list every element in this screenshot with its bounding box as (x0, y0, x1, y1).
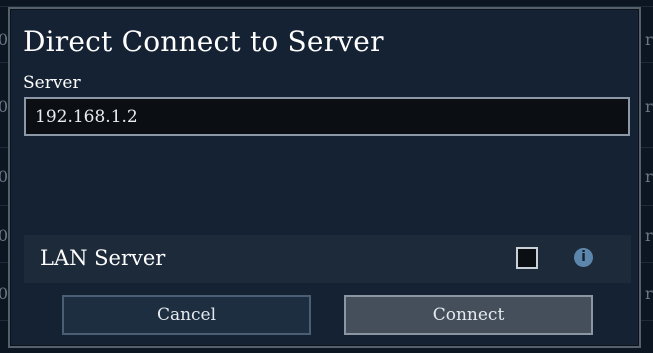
list-item-edge-text: 0 (0, 284, 8, 303)
list-item-edge-text: 0 (0, 97, 8, 116)
list-item-edge-text: ra (645, 167, 653, 186)
dialog-title: Direct Connect to Server (23, 25, 384, 58)
list-item-edge-text: ra (645, 284, 653, 303)
direct-connect-dialog: Direct Connect to Server Server LAN Serv… (8, 7, 641, 348)
server-label: Server (23, 73, 81, 93)
list-item-edge-text: 0 (0, 167, 8, 186)
lan-server-checkbox[interactable] (516, 247, 538, 269)
connect-button[interactable]: Connect (344, 295, 593, 335)
list-item-edge-text: ra (645, 97, 653, 116)
list-item-edge-text: ra (645, 226, 653, 245)
info-icon[interactable]: i (574, 248, 593, 267)
list-item-edge-text: 0 (0, 30, 8, 49)
cancel-button[interactable]: Cancel (62, 295, 311, 335)
list-item-edge-text: 0 (0, 226, 8, 245)
list-item-edge-text: ra (645, 30, 653, 49)
lan-server-label: LAN Server (40, 246, 166, 270)
lan-server-row: LAN Server i (24, 235, 631, 283)
server-address-input[interactable] (24, 97, 630, 136)
